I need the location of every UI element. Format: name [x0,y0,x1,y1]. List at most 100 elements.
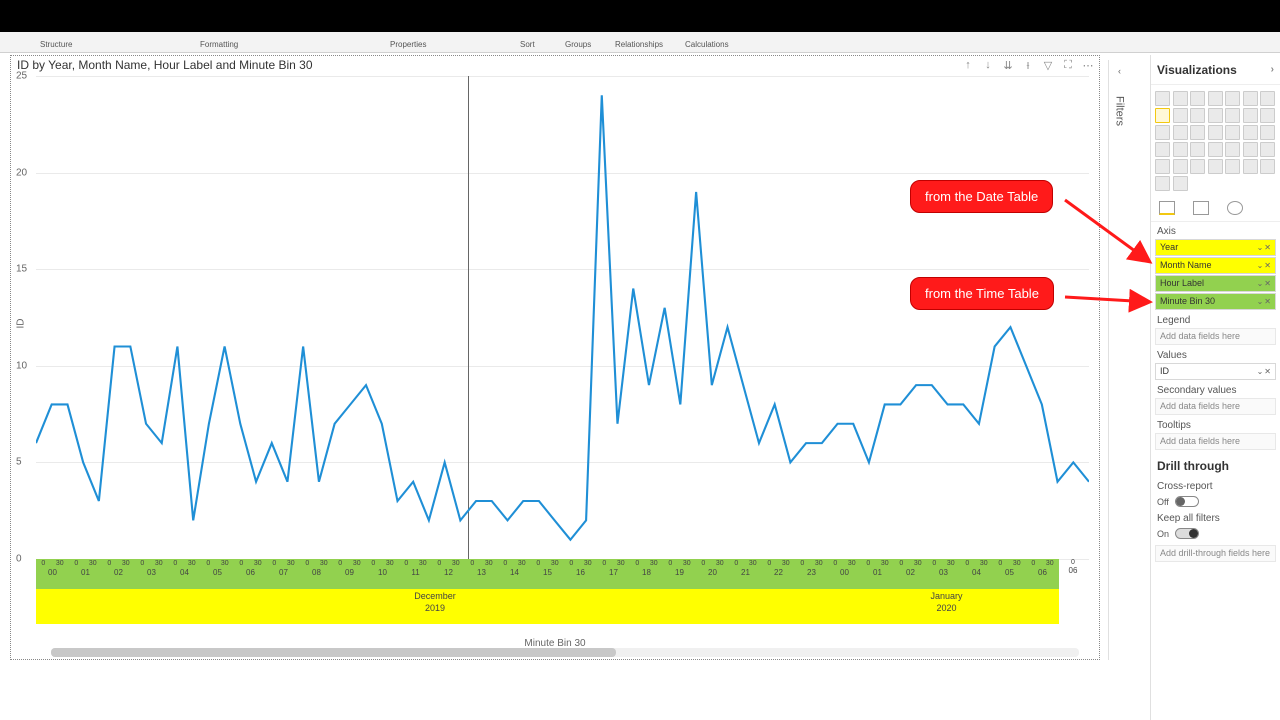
xaxis-hour-cell: 03022 [762,559,795,589]
xaxis-hour-cell: 03018 [630,559,663,589]
fields-tab[interactable] [1159,201,1175,215]
chevron-down-icon[interactable]: ⌄ [1257,257,1264,274]
horizontal-scrollbar[interactable] [51,648,1079,657]
secondary-section-header: Secondary values [1151,381,1280,398]
visual-type-icon[interactable] [1225,159,1240,174]
field-well-item[interactable]: Hour Label⌄✕ [1155,275,1276,292]
values-field-well[interactable]: ID⌄✕ [1155,363,1276,380]
field-well-item[interactable]: Minute Bin 30⌄✕ [1155,293,1276,310]
chevron-down-icon[interactable]: ⌄ [1257,293,1264,310]
xaxis-hour-cell: 03011 [399,559,432,589]
line-chart-svg [36,76,1089,559]
visual-type-icon[interactable] [1208,91,1223,106]
visual-type-icon[interactable] [1155,159,1170,174]
analytics-tab[interactable] [1227,201,1243,215]
remove-field-icon[interactable]: ✕ [1264,239,1271,256]
cross-report-toggle[interactable] [1175,496,1199,507]
drill-down-icon[interactable]: ↓ [981,58,995,72]
y-tick: 20 [16,167,27,178]
remove-field-icon[interactable]: ✕ [1264,363,1271,380]
secondary-field-well[interactable]: Add data fields here [1155,398,1276,415]
visual-type-icon[interactable] [1208,142,1223,157]
legend-field-well[interactable]: Add data fields here [1155,328,1276,345]
xaxis-hour-cell: 03017 [597,559,630,589]
visual-type-icon[interactable] [1173,125,1188,140]
keep-filters-toggle[interactable] [1175,528,1199,539]
visual-type-icon[interactable] [1208,159,1223,174]
field-placeholder[interactable]: Add data fields here [1155,328,1276,345]
drill-through-header: Drill through [1151,451,1280,477]
visual-type-icon[interactable] [1243,125,1258,140]
filter-icon[interactable]: ▽ [1041,58,1055,72]
visual-type-icon[interactable] [1173,159,1188,174]
remove-field-icon[interactable]: ✕ [1264,275,1271,292]
field-placeholder[interactable]: Add data fields here [1155,433,1276,450]
visual-type-icon[interactable] [1155,108,1170,123]
chevron-down-icon[interactable]: ⌄ [1257,275,1264,292]
xaxis-hour-cell: 03001 [69,559,102,589]
ribbon-group: Sort [520,40,535,49]
focus-mode-icon[interactable]: ⛶ [1061,58,1075,72]
remove-field-icon[interactable]: ✕ [1264,293,1271,310]
scrollbar-thumb[interactable] [51,648,616,657]
visual-type-icon[interactable] [1155,142,1170,157]
field-well-item[interactable]: ID⌄✕ [1155,363,1276,380]
field-placeholder[interactable]: Add data fields here [1155,398,1276,415]
chevron-left-icon[interactable]: ‹ [1109,66,1130,76]
visual-type-icon[interactable] [1155,176,1170,191]
chevron-down-icon[interactable]: ⌄ [1257,239,1264,256]
expand-all-icon[interactable]: ⫲ [1021,58,1035,72]
visual-type-icon[interactable] [1190,142,1205,157]
month-label: December [36,591,834,601]
field-well-item[interactable]: Year⌄✕ [1155,239,1276,256]
filters-pane-collapsed[interactable]: ‹ Filters [1108,60,1130,660]
report-canvas[interactable]: ID by Year, Month Name, Hour Label and M… [10,55,1100,660]
visual-type-icon[interactable] [1225,91,1240,106]
visual-type-icon[interactable] [1260,125,1275,140]
chevron-down-icon[interactable]: ⌄ [1257,363,1264,380]
visual-type-icon[interactable] [1260,91,1275,106]
remove-field-icon[interactable]: ✕ [1264,257,1271,274]
axis-field-well[interactable]: Year⌄✕Month Name⌄✕Hour Label⌄✕Minute Bin… [1155,239,1276,310]
y-tick: 15 [16,264,27,275]
visual-type-icon[interactable] [1190,91,1205,106]
visual-type-icon[interactable] [1243,159,1258,174]
xaxis-hour-cell: 03006 [1026,559,1059,589]
tooltips-field-well[interactable]: Add data fields here [1155,433,1276,450]
y-tick: 10 [16,360,27,371]
xaxis-hour-cell: 03014 [498,559,531,589]
visual-type-icon[interactable] [1190,108,1205,123]
xaxis-hour-cell: 03002 [894,559,927,589]
visual-type-icon[interactable] [1243,142,1258,157]
visual-type-icon[interactable] [1260,142,1275,157]
format-tab[interactable] [1193,201,1209,215]
more-options-icon[interactable]: ⋯ [1081,58,1095,72]
visual-type-icon[interactable] [1243,108,1258,123]
visual-type-icon[interactable] [1260,159,1275,174]
visual-type-icon[interactable] [1243,91,1258,106]
drill-through-field-well[interactable]: Add drill-through fields here [1155,545,1276,562]
visual-type-icon[interactable] [1225,125,1240,140]
visual-type-icon[interactable] [1155,91,1170,106]
visual-type-icon[interactable] [1260,108,1275,123]
visual-type-icon[interactable] [1190,125,1205,140]
visual-type-icon[interactable] [1173,176,1188,191]
expand-next-icon[interactable]: ⇊ [1001,58,1015,72]
visual-type-icon[interactable] [1173,108,1188,123]
field-well-item[interactable]: Month Name⌄✕ [1155,257,1276,274]
xaxis-hour-cell: 03012 [432,559,465,589]
callout-time-table: from the Time Table [910,277,1054,310]
drill-up-icon[interactable]: ↑ [961,58,975,72]
visual-type-icon[interactable] [1190,159,1205,174]
field-placeholder[interactable]: Add drill-through fields here [1155,545,1276,562]
visual-type-icon[interactable] [1173,142,1188,157]
xaxis-hour-cell: 03015 [531,559,564,589]
visual-type-icon[interactable] [1155,125,1170,140]
visual-type-icon[interactable] [1208,125,1223,140]
visual-type-icon[interactable] [1208,108,1223,123]
chevron-right-icon[interactable]: › [1271,64,1274,75]
visual-type-icon[interactable] [1173,91,1188,106]
xaxis-hour-cell: 03021 [729,559,762,589]
visual-type-icon[interactable] [1225,108,1240,123]
visual-type-icon[interactable] [1225,142,1240,157]
